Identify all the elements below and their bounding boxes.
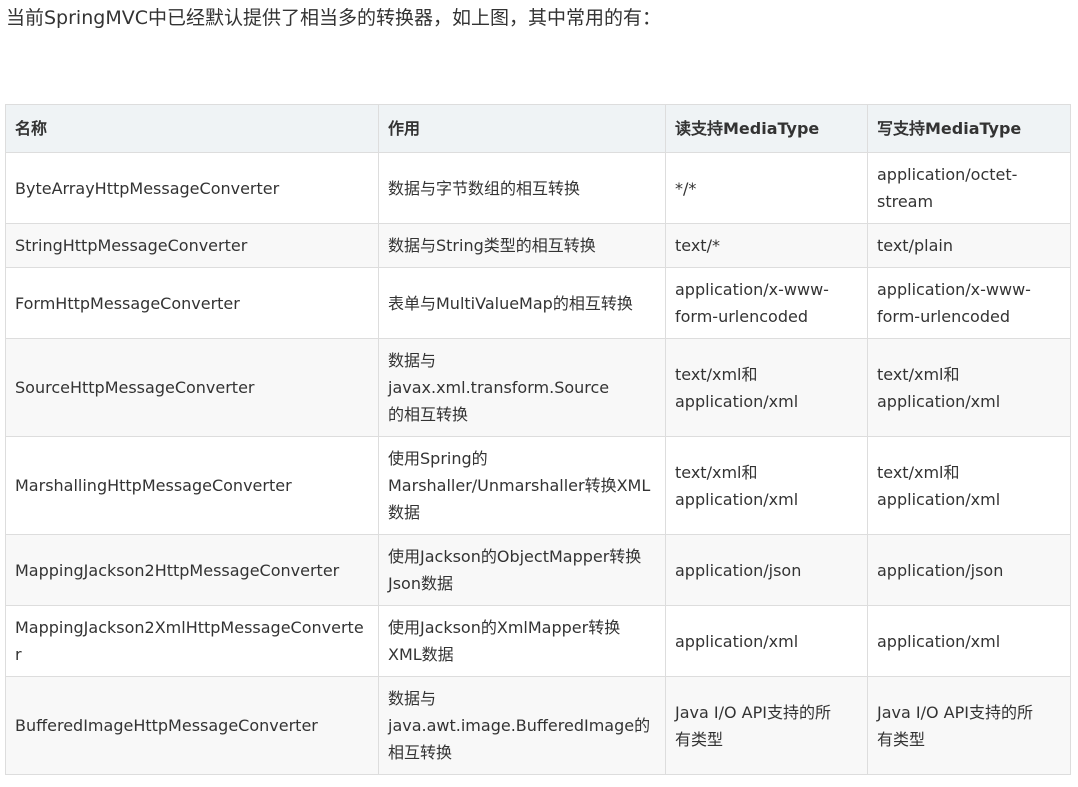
cell-role: 表单与MultiValueMap的相互转换: [378, 267, 666, 339]
table-header-row: 名称 作用 读支持MediaType 写支持MediaType: [5, 104, 1071, 153]
cell-write: application/json: [867, 534, 1071, 606]
table-row: MappingJackson2HttpMessageConverter 使用Ja…: [5, 534, 1071, 606]
intro-paragraph: 当前SpringMVC中已经默认提供了相当多的转换器，如上图，其中常用的有：: [6, 7, 661, 29]
cell-role: 数据与String类型的相互转换: [378, 223, 666, 268]
cell-name: SourceHttpMessageConverter: [5, 338, 379, 437]
header-name: 名称: [5, 104, 379, 153]
cell-name: MappingJackson2XmlHttpMessageConverter: [5, 605, 379, 677]
cell-role: 数据与字节数组的相互转换: [378, 152, 666, 224]
cell-write: text/plain: [867, 223, 1071, 268]
cell-name: MarshallingHttpMessageConverter: [5, 436, 379, 535]
table-row: MarshallingHttpMessageConverter 使用Spring…: [5, 436, 1071, 535]
cell-read: text/*: [665, 223, 868, 268]
cell-role: 使用Spring的 Marshaller/Unmarshaller转换XML 数…: [378, 436, 666, 535]
table-row: MappingJackson2XmlHttpMessageConverter 使…: [5, 605, 1071, 677]
cell-read: application/x-www- form-urlencoded: [665, 267, 868, 339]
header-read-media-type: 读支持MediaType: [665, 104, 868, 153]
cell-write: text/xml和 application/xml: [867, 338, 1071, 437]
cell-name: FormHttpMessageConverter: [5, 267, 379, 339]
cell-write: application/octet- stream: [867, 152, 1071, 224]
cell-write: application/x-www- form-urlencoded: [867, 267, 1071, 339]
cell-name: BufferedImageHttpMessageConverter: [5, 676, 379, 775]
table-row: ByteArrayHttpMessageConverter 数据与字节数组的相互…: [5, 152, 1071, 224]
cell-name: StringHttpMessageConverter: [5, 223, 379, 268]
cell-role: 使用Jackson的ObjectMapper转换 Json数据: [378, 534, 666, 606]
converter-table: 名称 作用 读支持MediaType 写支持MediaType ByteArra…: [5, 104, 1071, 775]
cell-write: application/xml: [867, 605, 1071, 677]
table-row: FormHttpMessageConverter 表单与MultiValueMa…: [5, 267, 1071, 339]
cell-role: 数据与javax.xml.transform.Source 的相互转换: [378, 338, 666, 437]
table-row: SourceHttpMessageConverter 数据与javax.xml.…: [5, 338, 1071, 437]
cell-read: text/xml和 application/xml: [665, 436, 868, 535]
header-role: 作用: [378, 104, 666, 153]
cell-name: ByteArrayHttpMessageConverter: [5, 152, 379, 224]
header-write-media-type: 写支持MediaType: [867, 104, 1071, 153]
cell-write: text/xml和 application/xml: [867, 436, 1071, 535]
cell-read: text/xml和 application/xml: [665, 338, 868, 437]
cell-read: application/json: [665, 534, 868, 606]
cell-name: MappingJackson2HttpMessageConverter: [5, 534, 379, 606]
cell-role: 使用Jackson的XmlMapper转换 XML数据: [378, 605, 666, 677]
cell-read: application/xml: [665, 605, 868, 677]
cell-read: */*: [665, 152, 868, 224]
cell-role: 数据与 java.awt.image.BufferedImage的 相互转换: [378, 676, 666, 775]
cell-write: Java I/O API支持的所 有类型: [867, 676, 1071, 775]
cell-read: Java I/O API支持的所 有类型: [665, 676, 868, 775]
table-row: BufferedImageHttpMessageConverter 数据与 ja…: [5, 676, 1071, 775]
table-row: StringHttpMessageConverter 数据与String类型的相…: [5, 223, 1071, 268]
